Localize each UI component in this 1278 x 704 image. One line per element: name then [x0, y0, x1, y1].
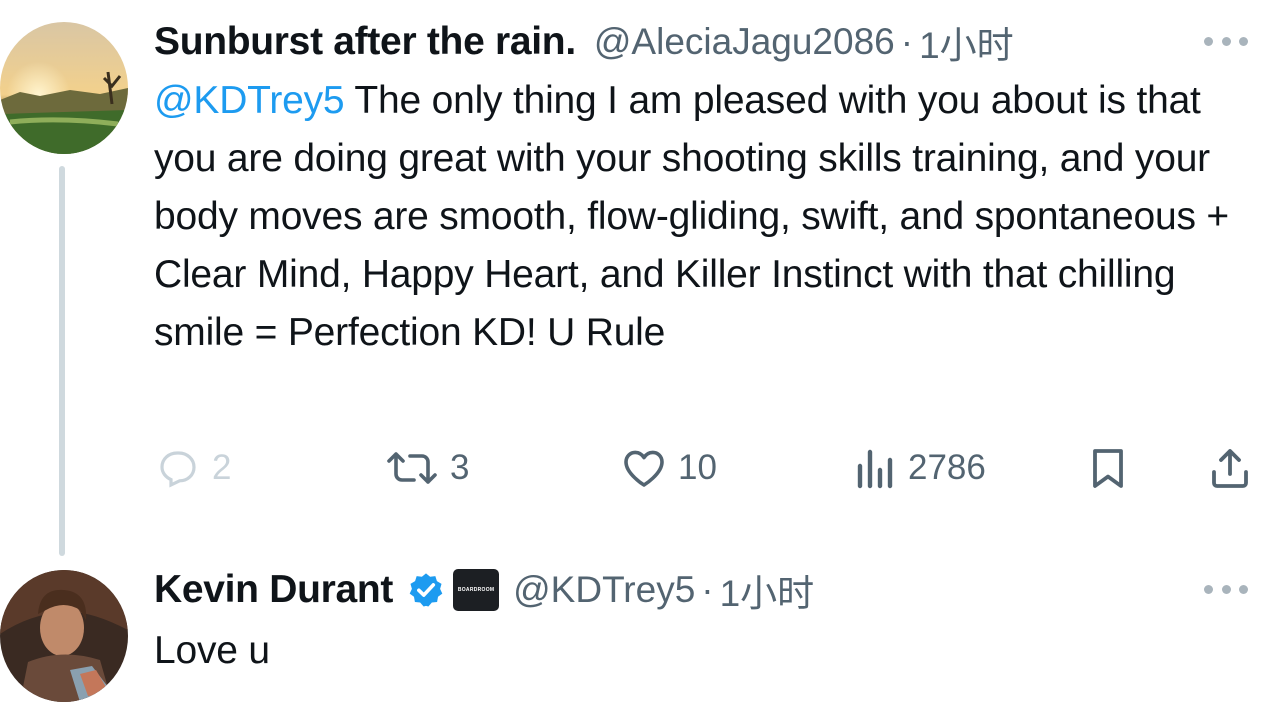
avatar[interactable] [0, 570, 128, 702]
timestamp[interactable]: 1小时 [919, 15, 1014, 69]
avatar-image [0, 22, 128, 154]
reply-count: 2 [212, 448, 232, 487]
tweet-header: Kevin Durant BOARDROOM @KDTrey5 · 1小时 [154, 564, 814, 616]
reply-icon [160, 451, 196, 488]
like-count: 10 [678, 448, 717, 487]
share-button[interactable] [1206, 436, 1254, 500]
retweet-icon [387, 452, 437, 484]
user-handle[interactable]: @AleciaJagu2086 [594, 21, 895, 63]
tweet-text: Love u [154, 629, 270, 672]
display-name[interactable]: Sunburst after the rain. [154, 20, 576, 64]
more-icon[interactable] [1204, 582, 1248, 596]
retweet-button[interactable]: 3 [384, 436, 469, 500]
thread-line [59, 166, 65, 556]
like-icon [624, 450, 664, 487]
avatar[interactable] [0, 22, 128, 154]
share-icon [1212, 449, 1248, 488]
display-name[interactable]: Kevin Durant [154, 568, 393, 612]
views-count: 2786 [908, 448, 986, 487]
separator-dot: · [701, 569, 714, 610]
avatar-image [0, 570, 128, 702]
timestamp[interactable]: 1小时 [720, 563, 815, 617]
verified-badge-icon[interactable] [407, 571, 445, 609]
separator-dot: · [900, 21, 914, 62]
views-icon [857, 449, 893, 489]
affiliate-badge[interactable]: BOARDROOM [453, 569, 500, 611]
retweet-count: 3 [450, 448, 470, 487]
bookmark-button[interactable] [1084, 436, 1132, 500]
mention-link[interactable]: @KDTrey5 [154, 79, 345, 122]
more-icon[interactable] [1204, 34, 1248, 48]
tweet-text: @KDTrey5 The only thing I am pleased wit… [154, 72, 1254, 362]
reply-button[interactable]: 2 [154, 436, 231, 500]
user-handle[interactable]: @KDTrey5 [513, 569, 695, 611]
tweet-actions: 2 3 10 2786 [154, 436, 1264, 500]
tweet-header: Sunburst after the rain. @AleciaJagu2086… [154, 16, 1014, 68]
bookmark-icon [1093, 449, 1123, 488]
views-button[interactable]: 2786 [854, 436, 986, 500]
like-button[interactable]: 10 [620, 436, 717, 500]
